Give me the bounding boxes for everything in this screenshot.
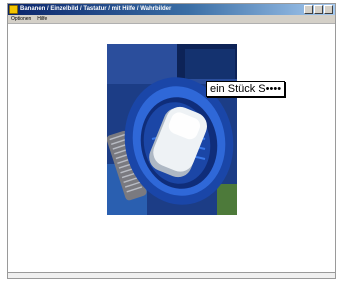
window-title: Bananen / Einzelbild / Tastatur / mit Hi… xyxy=(20,6,172,12)
maximize-button[interactable] xyxy=(314,5,323,14)
menu-bar: Optionen Hilfe xyxy=(8,15,335,24)
minimize-button[interactable] xyxy=(304,5,313,14)
window-controls xyxy=(304,5,333,14)
menu-hilfe[interactable]: Hilfe xyxy=(37,15,47,23)
caption-text: ein Stück S•••• xyxy=(210,83,282,95)
status-bar xyxy=(8,272,335,278)
soap-photo xyxy=(107,44,237,215)
soap-photo-illustration xyxy=(107,44,237,215)
title-bar[interactable]: Bananen / Einzelbild / Tastatur / mit Hi… xyxy=(8,4,335,15)
caption-label: ein Stück S•••• xyxy=(206,81,286,97)
close-button[interactable] xyxy=(324,5,333,14)
menu-optionen[interactable]: Optionen xyxy=(11,15,31,23)
app-icon xyxy=(9,5,18,14)
